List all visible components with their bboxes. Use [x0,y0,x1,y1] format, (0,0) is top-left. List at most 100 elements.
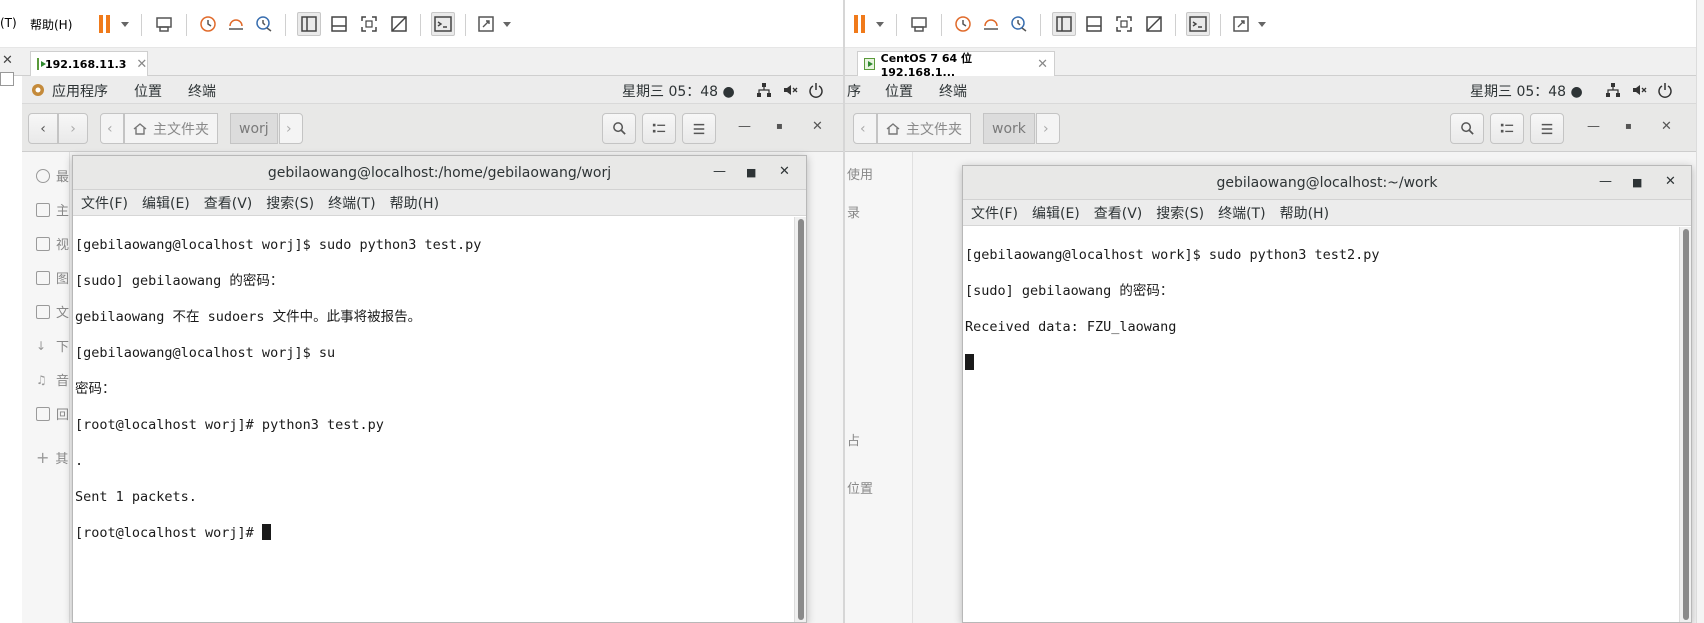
crumb-next-button[interactable]: › [279,113,303,144]
tab-close-icon[interactable]: ✕ [136,57,147,72]
menu-button[interactable] [682,113,716,144]
crumb-next-button[interactable]: › [1036,113,1060,144]
places-menu[interactable]: 位置 [885,81,913,101]
terminal-scrollbar[interactable] [794,217,806,622]
vm-tab[interactable]: 192.168.11.3 ✕ [30,51,148,76]
sidebar-item-recent[interactable]: 使用 [847,164,873,183]
volume-muted-icon[interactable] [782,82,798,98]
menu-edit[interactable]: 编辑(E) [142,193,190,213]
sidebar-item-trash[interactable]: 回 [36,404,69,423]
view-list-button[interactable] [642,113,676,144]
window-close-icon[interactable]: ✕ [1661,119,1672,134]
menu-terminal[interactable]: 终端(T) [328,193,375,213]
stretch-dropdown-icon[interactable] [503,22,511,27]
sidebar-toggle-icon[interactable] [1052,12,1076,36]
maximize-icon[interactable]: ▪ [776,121,783,132]
console-view-icon[interactable] [1186,12,1210,36]
fullscreen-icon[interactable] [357,12,381,36]
search-button[interactable] [1450,113,1484,144]
search-button[interactable] [602,113,636,144]
snapshot-icon[interactable] [951,12,975,36]
clock[interactable]: 星期三 05：48 ● [622,81,735,101]
forward-button[interactable]: › [58,113,88,144]
vm-tab[interactable]: CentOS 7 64 位 192.168.1... ✕ [857,51,1055,79]
menu-file[interactable]: 文件(F) [81,193,128,213]
menu-button[interactable] [1530,113,1564,144]
revert-snapshot-icon[interactable] [979,12,1003,36]
crumb-prev-button[interactable]: ‹ [100,113,124,144]
menu-search[interactable]: 搜索(S) [266,193,314,213]
terminal-scrollbar[interactable] [1679,227,1691,622]
network-icon[interactable] [756,82,772,98]
sidebar-item-trash[interactable]: 占 [847,430,860,449]
menu-fragment[interactable]: (T) [0,16,17,30]
console-view-icon[interactable] [431,12,455,36]
sidebar-item-recent[interactable]: 最 [36,166,69,185]
revert-snapshot-icon[interactable] [224,12,248,36]
sidebar-item-downloads[interactable]: ↓ 下 [36,336,69,356]
activities-icon[interactable] [30,82,46,98]
menu-help[interactable]: 帮助(H) [1280,203,1329,223]
menu-terminal[interactable]: 终端(T) [1218,203,1265,223]
window-close-icon[interactable]: ✕ [1665,174,1676,189]
view-list-button[interactable] [1490,113,1524,144]
menu-view[interactable]: 查看(V) [204,193,253,213]
outer-scrollbar[interactable] [1696,0,1704,623]
menu-edit[interactable]: 编辑(E) [1032,203,1080,223]
terminal-app-menu[interactable]: 终端 [188,81,216,101]
stretch-icon[interactable] [1229,12,1253,36]
crumb-prev-button[interactable]: ‹ [853,113,877,144]
sidebar-item-other[interactable]: + 其 [36,448,68,467]
pause-icon[interactable] [92,12,116,36]
minimize-icon[interactable]: — [713,164,726,179]
menu-help[interactable]: 帮助(H) [390,193,439,213]
fullscreen-icon[interactable] [1112,12,1136,36]
sidebar-item-documents[interactable]: 文 [36,302,69,321]
close-icon[interactable]: ✕ [2,53,13,68]
pause-dropdown-icon[interactable] [121,22,129,27]
places-menu[interactable]: 位置 [134,81,162,101]
stretch-icon[interactable] [474,12,498,36]
scrollbar-thumb[interactable] [798,219,804,620]
dropdown-icon[interactable] [0,72,14,86]
unity-icon[interactable] [387,12,411,36]
send-keys-icon[interactable] [907,12,931,36]
minimize-icon[interactable]: — [1587,119,1600,134]
send-keys-icon[interactable] [152,12,176,36]
applications-menu[interactable]: 序 [847,81,861,101]
pause-dropdown-icon[interactable] [876,22,884,27]
window-close-icon[interactable]: ✕ [812,119,823,134]
sidebar-item-other[interactable]: 位置 [847,478,873,497]
maximize-icon[interactable]: ■ [1632,176,1642,189]
menu-file[interactable]: 文件(F) [971,203,1018,223]
menu-search[interactable]: 搜索(S) [1156,203,1204,223]
home-crumb[interactable]: 主文件夹 [124,113,218,144]
pause-icon[interactable] [847,12,871,36]
terminal-app-menu[interactable]: 终端 [939,81,967,101]
back-button[interactable]: ‹ [28,113,58,144]
sidebar-item-pictures[interactable]: 图 [36,268,69,287]
power-icon[interactable] [808,82,824,98]
snapshot-manager-icon[interactable] [252,12,276,36]
sidebar-item-home[interactable]: 录 [847,202,860,221]
folder-crumb[interactable]: worj [230,113,278,144]
clock[interactable]: 星期三 05：48 ● [1470,81,1583,101]
sidebar-item-music[interactable]: ♫ 音 [36,370,69,390]
maximize-icon[interactable]: ■ [746,166,756,179]
sidebar-item-videos[interactable]: 视 [36,234,69,253]
snapshot-icon[interactable] [196,12,220,36]
network-icon[interactable] [1605,82,1621,98]
thumbnail-bar-icon[interactable] [327,12,351,36]
stretch-dropdown-icon[interactable] [1258,22,1266,27]
thumbnail-bar-icon[interactable] [1082,12,1106,36]
terminal-output[interactable]: [gebilaowang@localhost worj]$ sudo pytho… [73,216,806,580]
terminal-output[interactable]: [gebilaowang@localhost work]$ sudo pytho… [963,226,1691,410]
sidebar-toggle-icon[interactable] [297,12,321,36]
minimize-icon[interactable]: — [738,119,751,134]
tab-close-icon[interactable]: ✕ [1037,57,1048,72]
scrollbar-thumb[interactable] [1683,229,1689,620]
maximize-icon[interactable]: ▪ [1625,121,1632,132]
sidebar-item-home[interactable]: 主 [36,200,69,219]
unity-icon[interactable] [1142,12,1166,36]
menu-view[interactable]: 查看(V) [1094,203,1143,223]
